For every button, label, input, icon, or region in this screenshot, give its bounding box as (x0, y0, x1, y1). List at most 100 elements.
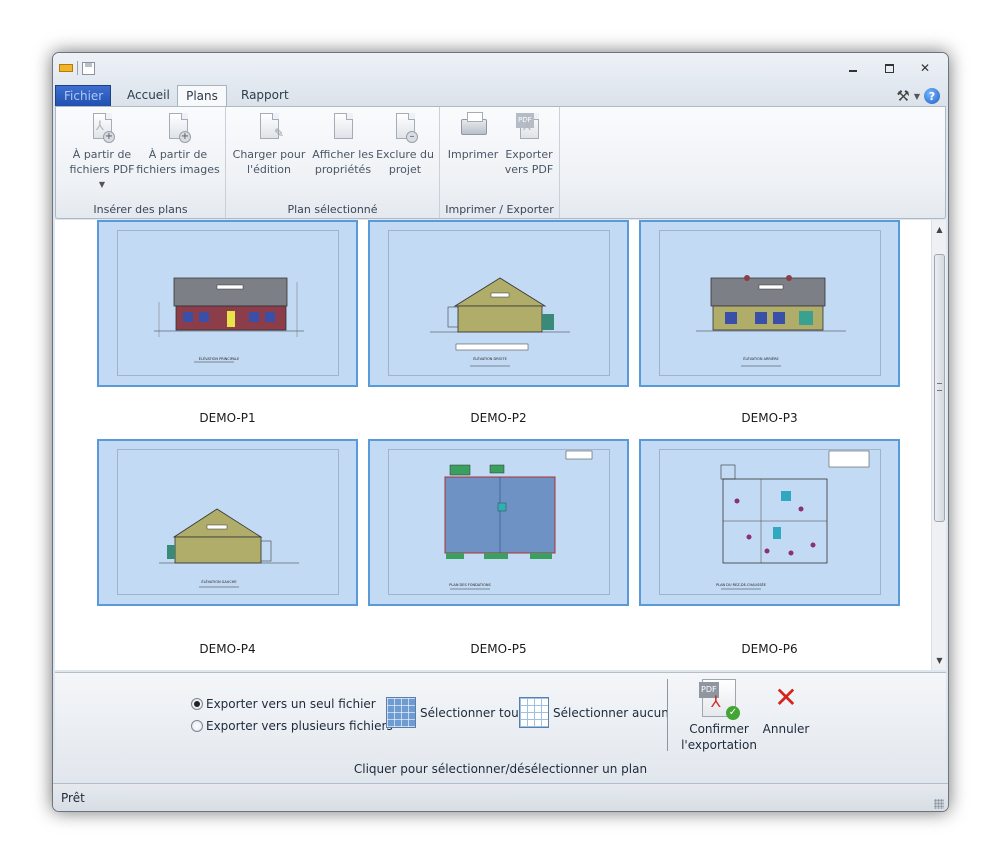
properties-icon (328, 111, 358, 145)
foundation-drawing: PLAN DES FONDATIONS (444, 450, 593, 590)
chevron-down-icon[interactable]: ▼ (914, 92, 920, 101)
close-icon: ✕ (774, 681, 798, 714)
elevation-drawing: ÉLÉVATION GAUCHE (159, 508, 299, 588)
select-all-label: Sélectionner tout (420, 705, 524, 720)
save-icon[interactable] (82, 61, 95, 75)
title-bar: ✕ (53, 53, 948, 83)
elevation-drawing: ÉLÉVATION PRINCIPALE (154, 277, 304, 363)
plan-thumbnail[interactable]: PLAN DU REZ-DE-CHAUSSÉE (639, 439, 900, 606)
status-bar: Prêt (53, 783, 948, 811)
select-all-button[interactable]: Sélectionner tout (386, 697, 523, 728)
export-single-option[interactable]: Exporter vers un seul fichier (191, 697, 376, 711)
group-print-export: Imprimer PDF ⅄ Exporter vers PDF Imprimer… (440, 107, 560, 218)
scroll-up-icon[interactable]: ▲ (932, 222, 947, 237)
cancel-label: Annuler (762, 722, 810, 736)
exclude-label: Exclure du projet (376, 148, 434, 176)
tab-report[interactable]: Rapport (233, 85, 297, 107)
ruler-icon[interactable] (59, 64, 73, 72)
export-panel: Exporter vers un seul fichier Exporter v… (55, 672, 946, 780)
group-label: Plan sélectionné (287, 203, 378, 216)
properties-button[interactable]: Afficher les propriétés (310, 111, 376, 177)
pdf-confirm-icon: PDF ⅄ ✓ (699, 679, 740, 720)
radio-icon[interactable] (191, 720, 203, 732)
load-edit-button[interactable]: ✎ Charger pour l'édition (232, 111, 306, 177)
scroll-thumb[interactable] (934, 254, 945, 522)
remove-document-icon: – (390, 111, 420, 145)
plan-thumbnail[interactable]: ÉLÉVATION GAUCHE (97, 439, 358, 606)
print-button[interactable]: Imprimer (444, 111, 502, 162)
plan-caption: ÉLÉVATION ARRIÈRE (743, 356, 778, 361)
plan-thumbnail[interactable]: ÉLÉVATION PRINCIPALE (97, 220, 358, 387)
image-add-icon: + (163, 111, 193, 145)
help-tools: ⚒ ▼ ? (896, 87, 940, 105)
cancel-button[interactable]: ✕ Annuler (759, 679, 813, 737)
export-multiple-option[interactable]: Exporter vers plusieurs fichiers (191, 719, 393, 733)
from-pdf-label: À partir de fichiers PDF (69, 148, 135, 176)
plan-caption: ÉLÉVATION GAUCHE (201, 579, 236, 584)
tab-plans[interactable]: Plans (177, 85, 227, 107)
plan-name: DEMO-P3 (741, 411, 798, 425)
tab-home[interactable]: Accueil (119, 85, 178, 107)
tools-icon[interactable]: ⚒ (896, 87, 909, 105)
minimize-button[interactable] (838, 59, 868, 77)
plan-thumbnail[interactable]: ÉLÉVATION DROITE (368, 220, 629, 387)
plan-name: DEMO-P6 (741, 642, 798, 656)
select-none-icon (519, 697, 549, 728)
from-pdf-button[interactable]: ⅄ + À partir de fichiers PDF ▼ (62, 111, 142, 192)
help-icon[interactable]: ? (924, 88, 940, 104)
export-multiple-label: Exporter vers plusieurs fichiers (206, 719, 393, 733)
from-images-button[interactable]: + À partir de fichiers images (136, 111, 220, 177)
pdf-add-icon: ⅄ + (87, 111, 117, 145)
ribbon: ⅄ + À partir de fichiers PDF ▼ + À partir… (55, 106, 946, 219)
plan-caption: ÉLÉVATION DROITE (473, 356, 507, 361)
exclude-button[interactable]: – Exclure du projet (376, 111, 434, 177)
vertical-scrollbar[interactable]: ▲ ▼ (931, 220, 946, 670)
export-pdf-button[interactable]: PDF ⅄ Exporter vers PDF (502, 111, 556, 177)
status-text: Prêt (61, 791, 85, 805)
load-edit-label: Charger pour l'édition (232, 148, 306, 176)
plan-thumbnail[interactable]: ÉLÉVATION ARRIÈRE (639, 220, 900, 387)
plan-thumbnail[interactable]: PLAN DES FONDATIONS (368, 439, 629, 606)
pdf-icon: PDF ⅄ (514, 111, 544, 145)
toolbar-separator (77, 61, 78, 75)
group-selected-plan: ✎ Charger pour l'édition Afficher les pr… (226, 107, 440, 218)
select-none-button[interactable]: Sélectionner aucun (519, 697, 669, 728)
plan-caption: ÉLÉVATION PRINCIPALE (199, 356, 239, 361)
confirm-export-label: Confirmer l'exportation (681, 722, 757, 752)
plan-caption: PLAN DU REZ-DE-CHAUSSÉE (716, 582, 766, 587)
edit-document-icon: ✎ (254, 111, 284, 145)
group-insert-plans: ⅄ + À partir de fichiers PDF ▼ + À partir… (56, 107, 226, 218)
printer-icon (458, 111, 488, 145)
properties-label: Afficher les propriétés (312, 148, 374, 176)
plan-caption: PLAN DES FONDATIONS (449, 583, 491, 587)
from-images-label: À partir de fichiers images (136, 148, 220, 176)
export-pdf-label: Exporter vers PDF (504, 148, 554, 176)
plan-name: DEMO-P5 (470, 642, 527, 656)
group-label: Insérer des plans (93, 203, 188, 216)
floor-plan-drawing: PLAN DU REZ-DE-CHAUSSÉE (716, 450, 870, 590)
close-button[interactable]: ✕ (910, 59, 940, 77)
export-single-label: Exporter vers un seul fichier (206, 697, 376, 711)
confirm-export-button[interactable]: PDF ⅄ ✓ Confirmer l'exportation (681, 679, 757, 753)
scroll-down-icon[interactable]: ▼ (932, 653, 947, 668)
plan-gallery: ÉLÉVATION PRINCIPALE DEMO-P1 ÉLÉVATION D… (55, 220, 931, 670)
quick-access-toolbar (59, 61, 95, 75)
tab-file[interactable]: Fichier (55, 85, 111, 107)
maximize-button[interactable] (874, 59, 904, 77)
print-label: Imprimer (447, 148, 499, 161)
selection-hint: Cliquer pour sélectionner/désélectionner… (353, 762, 648, 776)
group-label: Imprimer / Exporter (445, 203, 554, 216)
window-controls: ✕ (838, 59, 940, 77)
app-window: ✕ Fichier Accueil Plans Rapport ⚒ ▼ ? ⅄ +… (52, 52, 949, 812)
plan-name: DEMO-P1 (199, 411, 256, 425)
resize-grip[interactable] (934, 799, 944, 809)
elevation-drawing: ÉLÉVATION DROITE (430, 277, 570, 367)
select-all-icon (386, 697, 416, 728)
radio-icon[interactable] (191, 698, 203, 710)
ribbon-tabs: Fichier Accueil Plans Rapport ⚒ ▼ ? (53, 83, 948, 107)
elevation-drawing: ÉLÉVATION ARRIÈRE (696, 275, 846, 367)
plan-name: DEMO-P2 (470, 411, 527, 425)
plan-name: DEMO-P4 (199, 642, 256, 656)
chevron-down-icon: ▼ (98, 180, 106, 189)
panel-separator (667, 679, 668, 751)
